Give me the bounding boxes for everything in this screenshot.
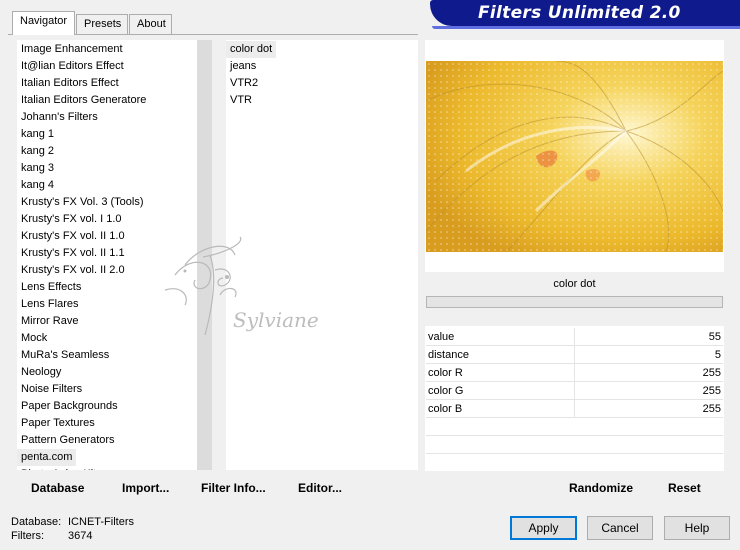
tab-about[interactable]: About bbox=[129, 14, 172, 34]
filter-item[interactable]: color dot bbox=[226, 41, 277, 58]
filter-item[interactable]: VTR2 bbox=[226, 75, 418, 92]
filter-item[interactable]: jeans bbox=[226, 58, 418, 75]
param-separator bbox=[574, 382, 575, 400]
category-item[interactable]: kang 1 bbox=[17, 126, 212, 143]
param-row[interactable]: distance 5 bbox=[426, 346, 723, 364]
param-separator bbox=[574, 328, 575, 346]
param-value[interactable]: 255 bbox=[703, 367, 721, 379]
title-banner-stripe bbox=[432, 26, 740, 29]
category-item[interactable]: kang 4 bbox=[17, 177, 212, 194]
param-empty-row bbox=[426, 436, 723, 454]
param-row[interactable]: value 55 bbox=[426, 328, 723, 346]
database-status-value: ICNET-Filters bbox=[68, 516, 134, 528]
category-item[interactable]: penta.com bbox=[17, 449, 77, 466]
category-item[interactable]: Noise Filters bbox=[17, 381, 212, 398]
app-title: Filters Unlimited 2.0 bbox=[478, 3, 681, 23]
category-item[interactable]: Image Enhancement bbox=[17, 41, 212, 58]
watermark-logo: Sylviane bbox=[155, 235, 320, 345]
param-separator bbox=[574, 346, 575, 364]
param-label: color B bbox=[428, 403, 463, 415]
param-row[interactable]: color G 255 bbox=[426, 382, 723, 400]
category-item[interactable]: Krusty's FX vol. I 1.0 bbox=[17, 211, 212, 228]
category-item[interactable]: Krusty's FX Vol. 3 (Tools) bbox=[17, 194, 212, 211]
import-button[interactable]: Import... bbox=[122, 481, 169, 495]
apply-button[interactable]: Apply bbox=[510, 516, 577, 540]
param-value[interactable]: 55 bbox=[709, 331, 721, 343]
reset-button[interactable]: Reset bbox=[668, 481, 701, 495]
tab-presets[interactable]: Presets bbox=[76, 14, 128, 34]
category-item[interactable]: kang 3 bbox=[17, 160, 212, 177]
category-item[interactable]: Paper Backgrounds bbox=[17, 398, 212, 415]
category-item[interactable]: It@lian Editors Effect bbox=[17, 58, 212, 75]
category-item[interactable]: kang 2 bbox=[17, 143, 212, 160]
param-label: color G bbox=[428, 385, 464, 397]
category-item[interactable]: MuRa's Seamless bbox=[17, 347, 212, 364]
category-item[interactable]: Photo Aging Kit bbox=[17, 466, 212, 470]
filter-progress-bar bbox=[426, 296, 723, 308]
param-value[interactable]: 255 bbox=[703, 385, 721, 397]
filters-count-label: Filters: bbox=[11, 530, 44, 542]
param-label: distance bbox=[428, 349, 469, 361]
editor-button[interactable]: Editor... bbox=[298, 481, 342, 495]
category-item[interactable]: Paper Textures bbox=[17, 415, 212, 432]
database-button[interactable]: Database bbox=[31, 481, 84, 495]
category-item[interactable]: Johann's Filters bbox=[17, 109, 212, 126]
category-item[interactable]: Italian Editors Effect bbox=[17, 75, 212, 92]
category-item[interactable]: Pattern Generators bbox=[17, 432, 212, 449]
svg-text:Sylviane: Sylviane bbox=[233, 308, 319, 332]
param-separator bbox=[574, 400, 575, 418]
param-value[interactable]: 255 bbox=[703, 403, 721, 415]
filters-count-value: 3674 bbox=[68, 530, 93, 542]
param-label: value bbox=[428, 331, 455, 343]
randomize-button[interactable]: Randomize bbox=[569, 481, 633, 495]
category-item[interactable]: Neology bbox=[17, 364, 212, 381]
category-item[interactable]: Italian Editors Generatore bbox=[17, 92, 212, 109]
tab-navigator[interactable]: Navigator bbox=[12, 11, 75, 35]
filter-info-button[interactable]: Filter Info... bbox=[201, 481, 266, 495]
filter-name-label: color dot bbox=[553, 278, 596, 290]
param-row[interactable]: color B 255 bbox=[426, 400, 723, 418]
filter-item[interactable]: VTR bbox=[226, 92, 418, 109]
param-value[interactable]: 5 bbox=[715, 349, 721, 361]
param-row[interactable]: color R 255 bbox=[426, 364, 723, 382]
database-status-label: Database: bbox=[11, 516, 62, 528]
param-separator bbox=[574, 364, 575, 382]
param-empty-row bbox=[426, 418, 723, 436]
cancel-button[interactable]: Cancel bbox=[587, 516, 653, 540]
help-button[interactable]: Help bbox=[664, 516, 730, 540]
param-label: color R bbox=[428, 367, 463, 379]
preview-image bbox=[426, 61, 723, 252]
